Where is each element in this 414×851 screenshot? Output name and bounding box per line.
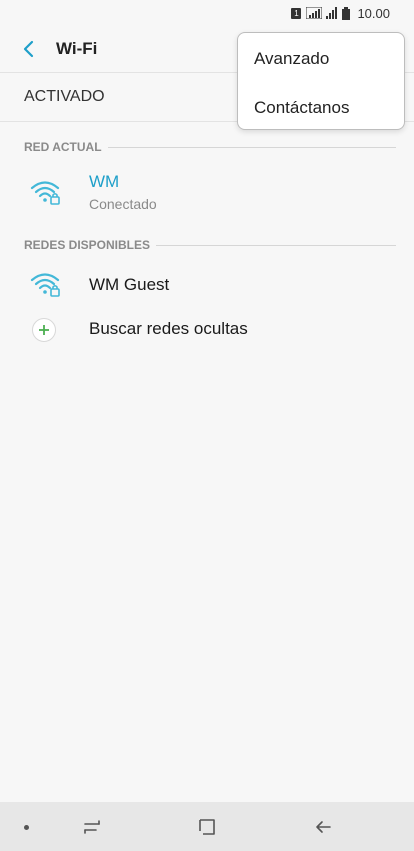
battery-icon — [342, 6, 351, 20]
menu-item-contact[interactable]: Contáctanos — [254, 98, 349, 118]
section-line — [107, 146, 396, 148]
section-label: RED ACTUAL — [24, 140, 102, 154]
home-button[interactable] — [195, 815, 219, 839]
back-nav-icon — [316, 821, 331, 833]
section-header-available: REDES DISPONIBLES — [24, 236, 396, 254]
nav-indicator-dot — [24, 825, 29, 830]
switch-label: ACTIVADO — [24, 88, 105, 105]
hidden-network-label: Buscar redes ocultas — [89, 319, 248, 338]
section-header-current: RED ACTUAL — [24, 138, 396, 156]
page-title: Wi-Fi — [56, 39, 98, 58]
current-network-row[interactable]: WM Conectado — [0, 166, 414, 218]
hidden-network-search-row[interactable]: Buscar redes ocultas — [0, 312, 414, 348]
recent-apps-icon — [84, 820, 100, 834]
clock: 10.00 — [357, 5, 390, 21]
overflow-menu: Avanzado Contáctanos — [237, 32, 405, 130]
signal-icon — [306, 7, 323, 19]
back-arrow-icon — [23, 40, 34, 58]
status-bar: 1 10.00 — [0, 0, 414, 26]
sim-indicator: 1 — [291, 7, 302, 19]
wifi-locked-icon — [30, 181, 60, 205]
back-nav-button[interactable] — [311, 815, 335, 839]
network-name: WM Guest — [89, 275, 170, 294]
available-network-row[interactable]: WM Guest — [0, 266, 414, 304]
menu-item-advanced[interactable]: Avanzado — [254, 49, 329, 69]
wifi-locked-icon — [30, 273, 60, 297]
section-label: REDES DISPONIBLES — [24, 238, 151, 252]
section-line — [156, 244, 396, 246]
home-icon — [199, 819, 215, 835]
recent-apps-button[interactable] — [80, 815, 104, 839]
back-button[interactable] — [16, 37, 40, 61]
add-icon — [32, 318, 56, 342]
navigation-bar — [0, 802, 414, 851]
network-name: WM — [89, 172, 120, 191]
signal-strength-icon — [326, 7, 338, 19]
network-status: Conectado — [89, 196, 157, 212]
